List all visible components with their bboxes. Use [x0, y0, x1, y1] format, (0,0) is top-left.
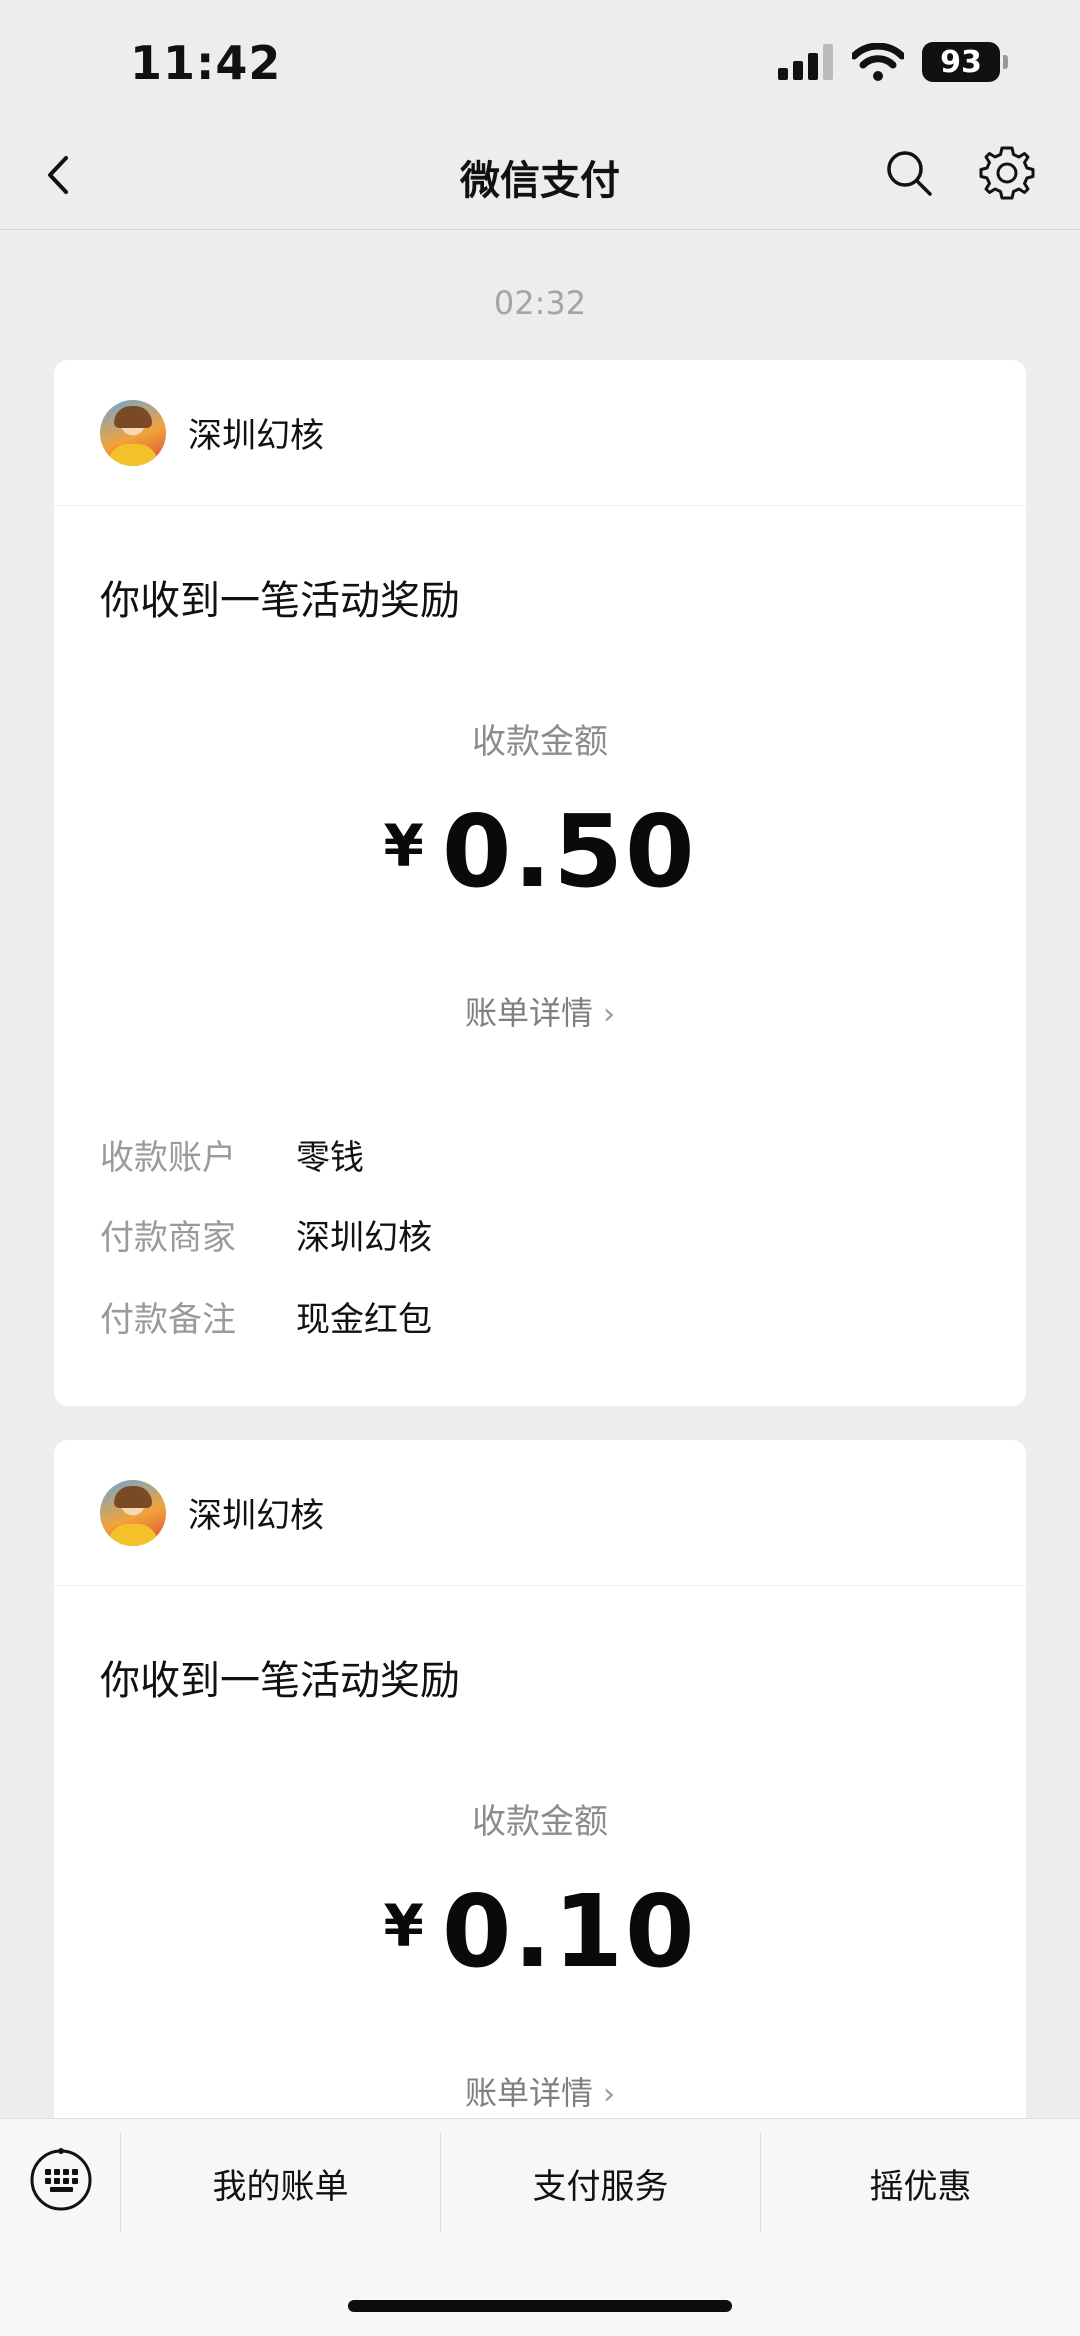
- amount-label: 收款金额: [472, 722, 608, 762]
- info-value: 零钱: [296, 1138, 364, 1178]
- currency-symbol: ¥: [383, 1892, 424, 1960]
- amount-value: 0.10: [441, 1873, 697, 1990]
- info-value: 现金红包: [296, 1300, 432, 1340]
- battery-indicator: 93: [922, 42, 1008, 82]
- status-icons: 93: [778, 42, 1008, 82]
- wifi-icon: [852, 43, 904, 81]
- payment-card[interactable]: 深圳幻核 你收到一笔活动奖励 收款金额 ¥ 0.50 账单详情 › 收款账户 零钱…: [54, 360, 1026, 1406]
- card-title: 你收到一笔活动奖励: [100, 1658, 460, 1704]
- merchant-name: 深圳幻核: [188, 416, 324, 456]
- info-row-account: 收款账户 零钱: [100, 1130, 364, 1179]
- chevron-right-icon: ›: [603, 2077, 615, 2112]
- amount: ¥ 0.10: [54, 1882, 1026, 1982]
- card-title: 你收到一笔活动奖励: [100, 578, 460, 624]
- bill-detail-label: 账单详情: [464, 994, 593, 1032]
- tab-payment-services[interactable]: 支付服务: [440, 2133, 760, 2233]
- home-indicator[interactable]: [348, 2300, 732, 2312]
- payment-card[interactable]: 深圳幻核 你收到一笔活动奖励 收款金额 ¥ 0.10 账单详情 ›: [54, 1440, 1026, 2200]
- merchant-name: 深圳幻核: [188, 1496, 324, 1536]
- amount: ¥ 0.50: [54, 802, 1026, 902]
- chevron-right-icon: ›: [603, 997, 615, 1032]
- nav-bar: 微信支付: [0, 120, 1080, 230]
- gear-icon[interactable]: [978, 144, 1036, 202]
- info-key: 收款账户: [100, 1138, 236, 1178]
- info-row-note: 付款备注 现金红包: [100, 1292, 432, 1341]
- info-row-merchant: 付款商家 深圳幻核: [100, 1210, 432, 1259]
- cellular-signal-icon: [778, 44, 833, 80]
- bill-detail-link[interactable]: 账单详情 ›: [54, 2068, 1026, 2114]
- bottom-tabs: 我的账单 支付服务 摇优惠: [120, 2133, 1080, 2233]
- keyboard-icon[interactable]: [28, 2147, 94, 2213]
- info-value: 深圳幻核: [296, 1218, 432, 1258]
- merchant-avatar: [100, 1479, 166, 1546]
- tab-shake-offers[interactable]: 摇优惠: [760, 2133, 1080, 2233]
- info-key: 付款商家: [100, 1218, 236, 1258]
- message-timestamp: 02:32: [493, 284, 587, 322]
- info-key: 付款备注: [100, 1300, 236, 1340]
- card-header[interactable]: 深圳幻核: [54, 360, 1026, 506]
- status-bar: 11:42 93: [0, 0, 1080, 120]
- merchant-avatar: [100, 399, 166, 466]
- bill-detail-link[interactable]: 账单详情 ›: [54, 988, 1026, 1034]
- search-icon[interactable]: [882, 146, 936, 200]
- bill-detail-label: 账单详情: [464, 2074, 593, 2112]
- tab-my-bills[interactable]: 我的账单: [120, 2133, 440, 2233]
- status-time: 11:42: [130, 36, 282, 90]
- amount-value: 0.50: [441, 793, 697, 910]
- amount-label: 收款金额: [472, 1802, 608, 1842]
- currency-symbol: ¥: [383, 812, 424, 880]
- card-header[interactable]: 深圳幻核: [54, 1440, 1026, 1586]
